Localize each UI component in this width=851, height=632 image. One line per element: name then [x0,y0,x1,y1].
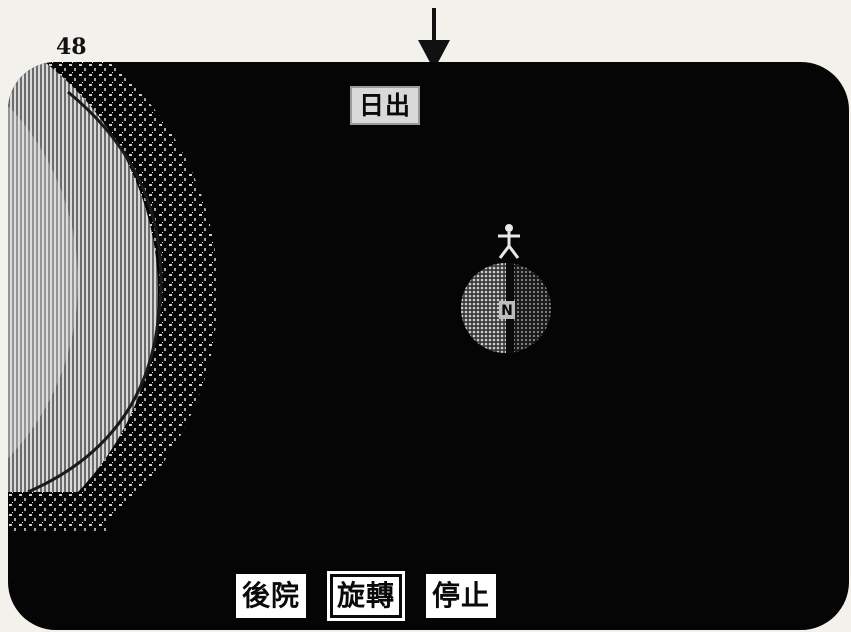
backyard-button[interactable]: 後院 [236,574,307,618]
command-bar: 後院 旋轉 停止 [236,570,497,622]
down-arrow-icon [418,8,450,70]
sunrise-label: 日出 [350,86,421,125]
planet-icon: N [461,263,551,353]
stop-button[interactable]: 停止 [426,574,497,618]
game-screen: 日出 N 後院 旋轉 停止 [8,62,849,630]
stick-figure-icon [498,224,520,259]
rotate-button[interactable]: 旋轉 [327,571,406,621]
page-number: 48 [56,34,87,60]
planet-surface [8,62,218,532]
printed-page: 48 日出 N 後院 旋轉 停止 [0,0,851,632]
compass-letter: N [501,303,513,319]
